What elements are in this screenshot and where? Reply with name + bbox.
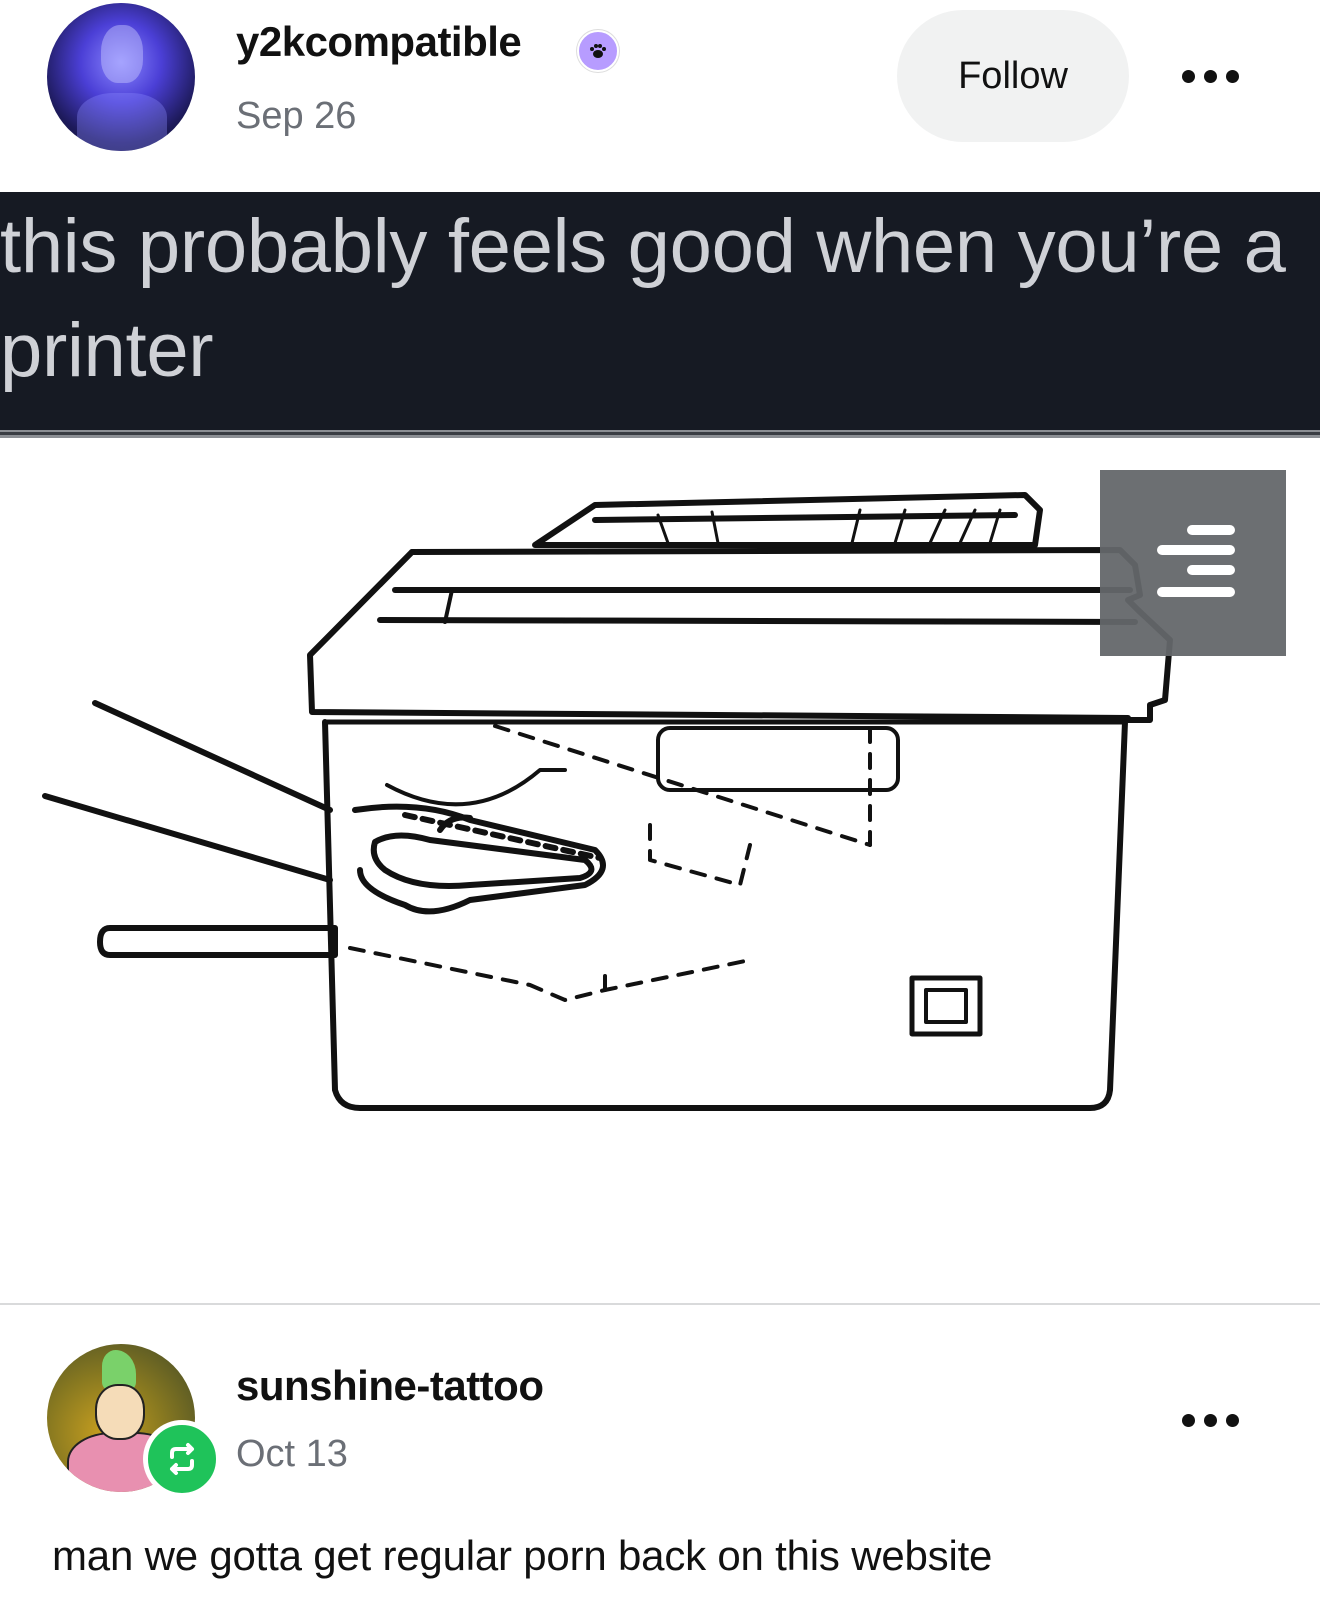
arm-upper-line xyxy=(92,700,333,813)
reblog-comment: man we gotta get regular porn back on th… xyxy=(52,1532,993,1579)
dot xyxy=(1225,69,1239,83)
dot xyxy=(1203,69,1217,83)
post-header: y2kcompatible Sep 26 Follow xyxy=(0,0,1320,190)
paper-tray xyxy=(97,925,338,958)
power-button xyxy=(909,975,983,1037)
post-date[interactable]: Sep 26 xyxy=(236,95,356,138)
reblog-date[interactable]: Oct 13 xyxy=(236,1433,348,1476)
reblog-more-options-icon[interactable] xyxy=(1175,1405,1245,1435)
post-divider xyxy=(0,1303,1320,1305)
gallery-lines-icon xyxy=(1157,525,1235,597)
avatar-figure-face xyxy=(95,1384,145,1440)
follow-button[interactable]: Follow xyxy=(897,10,1129,142)
caption-underline-dark xyxy=(0,432,1320,435)
printer-lid xyxy=(409,547,1173,723)
caption-bar: this probably feels good when you’re a p… xyxy=(0,192,1320,430)
post-caption: this probably feels good when you’re a p… xyxy=(0,204,1286,393)
front-panel xyxy=(656,726,900,792)
gallery-menu-icon[interactable] xyxy=(1100,470,1286,656)
paw-badge-icon xyxy=(577,30,619,72)
reblog-arrows-icon xyxy=(170,1443,194,1475)
reblogger-username[interactable]: sunshine-tattoo xyxy=(236,1362,544,1410)
avatar-figure-body xyxy=(77,93,167,151)
dot xyxy=(1225,1413,1239,1427)
post-more-options-icon[interactable] xyxy=(1175,61,1245,91)
reblog-icon xyxy=(143,1420,221,1498)
paw-icon xyxy=(590,44,606,58)
arm-lower-line xyxy=(42,793,333,883)
dot xyxy=(1181,1413,1195,1427)
author-username[interactable]: y2kcompatible xyxy=(236,18,522,66)
avatar-figure-face xyxy=(101,25,143,83)
dot xyxy=(1181,69,1195,83)
printer-body xyxy=(322,719,1128,1111)
dot xyxy=(1203,1413,1217,1427)
author-avatar[interactable] xyxy=(47,3,195,151)
